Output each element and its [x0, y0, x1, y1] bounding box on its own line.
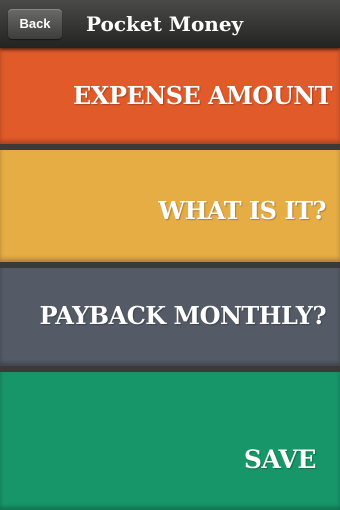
- expense-amount-label: EXPENSE AMOUNT: [73, 81, 333, 110]
- app-screen: Back Pocket Money EXPENSE AMOUNT WHAT IS…: [0, 0, 340, 510]
- payback-monthly-label: PAYBACK MONTHLY?: [39, 301, 326, 330]
- back-button[interactable]: Back: [8, 9, 62, 39]
- navigation-bar: Back Pocket Money: [0, 0, 340, 48]
- what-is-it-label: WHAT IS IT?: [158, 196, 326, 225]
- page-title: Pocket Money: [86, 12, 244, 36]
- expense-amount-field[interactable]: EXPENSE AMOUNT: [0, 48, 340, 144]
- save-label: SAVE: [243, 445, 317, 474]
- what-is-it-field[interactable]: WHAT IS IT?: [0, 150, 340, 262]
- payback-monthly-toggle[interactable]: PAYBACK MONTHLY?: [0, 268, 340, 366]
- save-button[interactable]: SAVE: [0, 372, 340, 510]
